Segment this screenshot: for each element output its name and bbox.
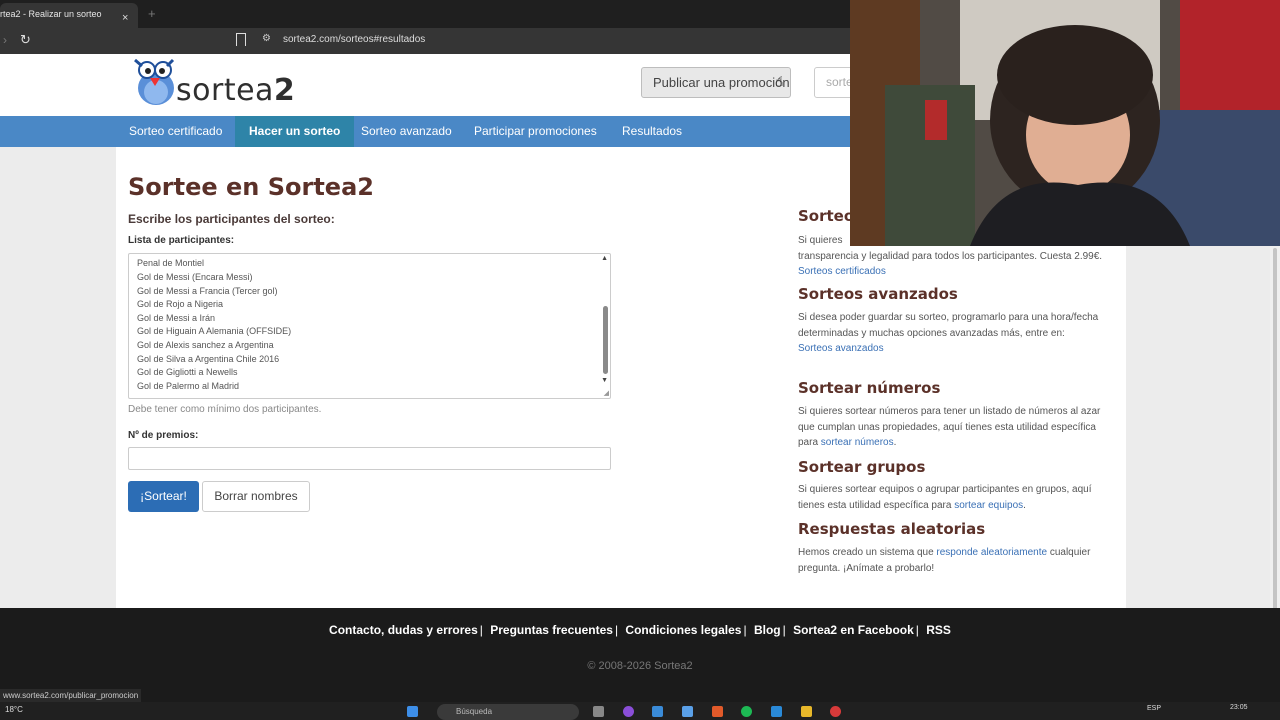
participants-label: Lista de participantes: (128, 235, 235, 246)
footer-links: Contacto, dudas y errores | Preguntas fre… (329, 623, 951, 637)
footer-link-faq[interactable]: Preguntas frecuentes (490, 623, 613, 637)
numbers-link[interactable]: sortear números (821, 437, 894, 448)
site-footer: Contacto, dudas y errores | Preguntas fre… (0, 608, 1280, 702)
scroll-up-icon[interactable]: ▲ (601, 255, 608, 262)
publish-promotion-button[interactable]: Publicar una promoción (641, 67, 791, 98)
reload-icon[interactable]: ↻ (20, 32, 31, 48)
participant-line: Gol de Messi (Encara Messi) (137, 272, 253, 282)
prizes-label: Nº de premios: (128, 430, 199, 441)
certified-link[interactable]: Sorteos certificados (798, 266, 886, 277)
participant-line: Gol de Rojo a Nigeria (137, 299, 224, 309)
participant-line: Gol de Messi a Francia (Tercer gol) (137, 286, 278, 296)
nav-sorteo-certificado[interactable]: Sorteo certificado (115, 116, 236, 147)
participant-line: Penal de Montiel (137, 258, 205, 268)
nav-hacer-un-sorteo[interactable]: Hacer un sorteo (235, 116, 355, 147)
bird-logo-icon (134, 58, 175, 105)
status-bar-url: www.sortea2.com/publicar_promocion (0, 689, 142, 702)
page-title: Sortee en Sortea2 (128, 173, 374, 201)
weather-temperature[interactable]: 18°C (5, 705, 23, 714)
scroll-down-icon[interactable]: ▼ (601, 377, 608, 384)
random-link[interactable]: responde aleatoriamente (936, 547, 1047, 558)
sidebar-numbers-text: Si quieres sortear números para tener un… (798, 406, 1101, 448)
sortear-button[interactable]: ¡Sortear! (128, 481, 199, 512)
sortea2-logo[interactable]: sortea2 (130, 56, 300, 108)
webcam-overlay (850, 0, 1280, 246)
footer-link-legal[interactable]: Condiciones legales (625, 623, 741, 637)
resize-grip-icon[interactable]: ◢ (604, 389, 609, 397)
participant-line: Gol de Higuain A Alemania (OFFSIDE) (137, 326, 292, 336)
browser-tab[interactable]: rtea2 - Realizar un sorteo × (0, 3, 138, 28)
footer-link-blog[interactable]: Blog (754, 623, 781, 637)
prizes-input[interactable] (128, 447, 611, 470)
clock[interactable]: 23:05 (1230, 704, 1248, 711)
sidebar-advanced-title: Sorteos avanzados (798, 285, 958, 303)
copyright: © 2008-2026 Sortea2 (587, 660, 693, 672)
advanced-link[interactable]: Sorteos avanzados (798, 343, 884, 354)
groups-link[interactable]: sortear equipos (954, 500, 1023, 511)
nav-resultados[interactable]: Resultados (608, 116, 696, 147)
windows-taskbar: 18°C Búsqueda ESP 23:05 (0, 702, 1280, 720)
main-nav: Sorteo certificado Hacer un sorteo Sorte… (0, 116, 850, 147)
bookmark-icon[interactable] (236, 33, 246, 46)
sidebar-advanced-text: Si desea poder guardar su sorteo, progra… (798, 312, 1099, 354)
nav-sorteo-avanzado[interactable]: Sorteo avanzado (347, 116, 466, 147)
site-info-icon[interactable]: ⚙ (262, 33, 271, 44)
nav-participar-promociones[interactable]: Participar promociones (460, 116, 611, 147)
participant-line: Gol de Palermo al Madrid (137, 381, 240, 391)
webcam-video (850, 0, 1280, 246)
min-participants-hint: Debe tener como mínimo dos participantes… (128, 404, 322, 415)
language-indicator[interactable]: ESP (1147, 705, 1161, 712)
close-icon[interactable]: × (122, 7, 128, 28)
sidebar-groups-title: Sortear grupos (798, 458, 926, 476)
sidebar-numbers-title: Sortear números (798, 379, 941, 397)
footer-link-facebook[interactable]: Sortea2 en Facebook (793, 623, 914, 637)
app-icon[interactable] (771, 706, 782, 717)
participant-line: Gol de Silva a Argentina Chile 2016 (137, 354, 280, 364)
new-tab-button[interactable]: + (148, 6, 156, 21)
sidebar-random-text: Hemos creado un sistema que responde ale… (798, 547, 1091, 574)
windows-start-icon[interactable] (407, 706, 418, 717)
mouse-cursor-icon: ☝ (775, 73, 784, 89)
participant-line: Gol de Alexis sanchez a Argentina (137, 340, 274, 350)
tab-title: rtea2 - Realizar un sorteo (0, 9, 102, 19)
participant-line: Gol de Gigliotti a Newells (137, 367, 238, 377)
forward-icon[interactable]: › (3, 33, 7, 47)
brave-browser-icon[interactable] (712, 706, 723, 717)
spotify-icon[interactable] (741, 706, 752, 717)
task-view-icon[interactable] (593, 706, 604, 717)
participants-textarea[interactable]: Penal de Montiel Gol de Messi (Encara Me… (128, 253, 611, 399)
logo-text: sortea2 (176, 73, 296, 108)
footer-link-rss[interactable]: RSS (926, 623, 951, 637)
form-subtitle: Escribe los participantes del sorteo: (128, 212, 335, 226)
app-icon[interactable] (830, 706, 841, 717)
taskbar-search[interactable]: Búsqueda (437, 704, 579, 720)
sidebar-groups-text: Si quieres sortear equipos o agrupar par… (798, 484, 1092, 511)
sidebar-certified-title: Sorteo (798, 207, 855, 225)
address-bar[interactable]: sortea2.com/sorteos#resultados (283, 34, 425, 45)
participant-line: Gol de Messi a Irán (137, 313, 216, 323)
app-icon[interactable] (623, 706, 634, 717)
scrollbar-thumb[interactable] (603, 306, 608, 374)
app-icon[interactable] (682, 706, 693, 717)
file-explorer-icon[interactable] (801, 706, 812, 717)
borrar-nombres-button[interactable]: Borrar nombres (202, 481, 310, 512)
sidebar-random-title: Respuestas aleatorias (798, 520, 986, 538)
app-icon[interactable] (652, 706, 663, 717)
footer-link-contacto[interactable]: Contacto, dudas y errores (329, 623, 478, 637)
